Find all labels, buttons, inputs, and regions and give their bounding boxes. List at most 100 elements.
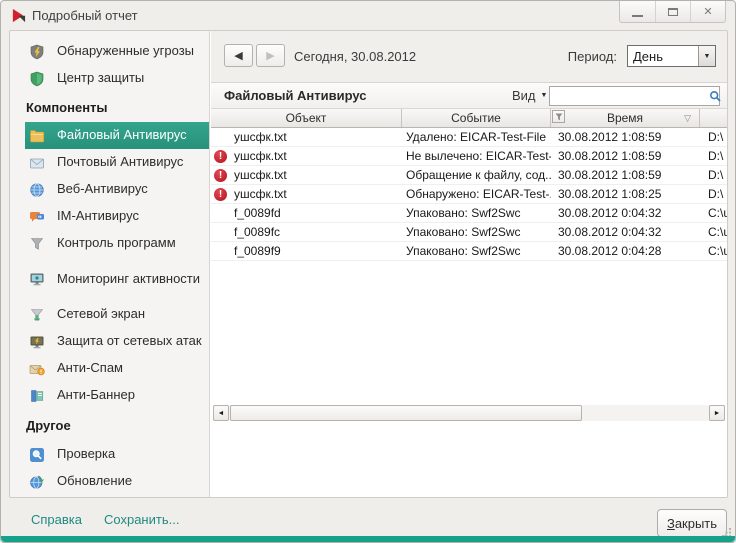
column-header-object[interactable]: Объект bbox=[211, 109, 402, 127]
forward-icon: ▶ bbox=[266, 49, 274, 62]
sidebar-item-activity-monitor[interactable]: Мониторинг активности bbox=[10, 257, 209, 301]
view-label: Вид bbox=[512, 88, 536, 103]
filter-icon[interactable] bbox=[552, 110, 565, 123]
alert-icon: ! bbox=[214, 169, 227, 182]
funnel-icon bbox=[29, 236, 47, 252]
sidebar-item-label: Веб-Антивирус bbox=[57, 182, 148, 197]
im-chat-icon bbox=[29, 209, 47, 225]
report-window: Подробный отчет ✕ Обнаруженные угрозы Це… bbox=[0, 0, 736, 543]
table-row[interactable]: f_0089f9 Упаковано: Swf2Swc 30.08.2012 0… bbox=[211, 242, 727, 261]
shield-bolt-icon bbox=[29, 44, 47, 60]
firewall-funnel-icon bbox=[29, 307, 47, 323]
forward-button[interactable]: ▶ bbox=[256, 44, 285, 67]
table-row[interactable]: !ушсфк.txt Обращение к файлу, сод... 30.… bbox=[211, 166, 727, 185]
sidebar-item-anti-spam[interactable]: Анти-Спам bbox=[10, 355, 209, 382]
sidebar-item-app-control[interactable]: Контроль программ bbox=[10, 230, 209, 257]
table-row[interactable]: !ушсфк.txt Обнаружено: EICAR-Test-... 30… bbox=[211, 185, 727, 204]
close-button-accesskey: З bbox=[667, 516, 675, 531]
report-header-bar: Файловый Антивирус Вид ▼ bbox=[211, 83, 727, 109]
sidebar-section-components: Компоненты bbox=[10, 92, 209, 122]
sidebar-item-web-antivirus[interactable]: Веб-Антивирус bbox=[10, 176, 209, 203]
help-link[interactable]: Справка bbox=[31, 512, 82, 527]
window-controls: ✕ bbox=[619, 1, 726, 23]
mail-icon bbox=[29, 155, 47, 171]
search-box bbox=[549, 86, 720, 106]
close-button[interactable]: Закрыть bbox=[657, 509, 727, 537]
sidebar-item-scan[interactable]: Проверка bbox=[10, 441, 209, 468]
table-body: ушсфк.txt Удалено: EICAR-Test-File 30.08… bbox=[211, 128, 727, 261]
alert-icon: ! bbox=[214, 188, 227, 201]
scroll-right-button[interactable]: ► bbox=[709, 405, 725, 421]
brand-accent-strip bbox=[1, 536, 735, 542]
column-header-event[interactable]: Событие bbox=[402, 109, 551, 127]
event-time: 30.08.2012 1:08:59 bbox=[551, 128, 700, 146]
sidebar-item-protection-center[interactable]: Центр защиты bbox=[10, 65, 209, 92]
mail-warning-icon bbox=[29, 361, 47, 377]
event-time: 30.08.2012 0:04:32 bbox=[551, 223, 700, 241]
report-title: Файловый Антивирус bbox=[224, 88, 367, 103]
maximize-button[interactable] bbox=[655, 1, 690, 22]
alert-icon: ! bbox=[214, 150, 227, 163]
report-content: ◀ ▶ Сегодня, 30.08.2012 Период: День ▼ Ф… bbox=[211, 31, 727, 497]
sidebar-item-mail-antivirus[interactable]: Почтовый Антивирус bbox=[10, 149, 209, 176]
sidebar-item-update[interactable]: Обновление bbox=[10, 468, 209, 495]
sidebar-item-anti-banner[interactable]: Анти-Баннер bbox=[10, 382, 209, 409]
object-path: C:\us bbox=[700, 223, 727, 241]
sidebar-item-label: Обнаруженные угрозы bbox=[57, 44, 194, 59]
close-icon: ✕ bbox=[703, 5, 712, 18]
maximize-icon bbox=[668, 8, 678, 16]
object-path: D:\ bbox=[700, 185, 727, 203]
sidebar: Обнаруженные угрозы Центр защиты Компоне… bbox=[10, 31, 210, 497]
event-text: Упаковано: Swf2Swc bbox=[402, 223, 551, 241]
table-row[interactable]: ушсфк.txt Удалено: EICAR-Test-File 30.08… bbox=[211, 128, 727, 147]
back-button[interactable]: ◀ bbox=[224, 44, 253, 67]
view-dropdown[interactable]: Вид ▼ bbox=[512, 88, 547, 103]
current-date-label: Сегодня, 30.08.2012 bbox=[294, 49, 416, 64]
object-name: f_0089fd bbox=[234, 206, 281, 220]
sidebar-item-label: Проверка bbox=[57, 447, 115, 462]
object-path: C:\us bbox=[700, 242, 727, 260]
object-path: C:\us bbox=[700, 204, 727, 222]
scan-magnifier-icon bbox=[29, 447, 47, 463]
chevron-down-icon: ▼ bbox=[541, 92, 548, 99]
object-path: D:\ bbox=[700, 166, 727, 184]
window-title: Подробный отчет bbox=[32, 8, 138, 23]
sidebar-item-file-antivirus[interactable]: Файловый Антивирус bbox=[25, 122, 209, 149]
table-row[interactable]: f_0089fc Упаковано: Swf2Swc 30.08.2012 0… bbox=[211, 223, 727, 242]
minimize-button[interactable] bbox=[620, 1, 655, 22]
table-row[interactable]: !ушсфк.txt Не вылечено: EICAR-Test-... 3… bbox=[211, 147, 727, 166]
sidebar-item-firewall[interactable]: Сетевой экран bbox=[10, 301, 209, 328]
save-link[interactable]: Сохранить... bbox=[104, 512, 179, 527]
event-text: Упаковано: Swf2Swc bbox=[402, 204, 551, 222]
object-name: f_0089fc bbox=[234, 225, 280, 239]
table-row[interactable]: f_0089fd Упаковано: Swf2Swc 30.08.2012 0… bbox=[211, 204, 727, 223]
close-window-button[interactable]: ✕ bbox=[690, 1, 725, 22]
scrollbar-thumb[interactable] bbox=[230, 405, 582, 421]
object-name: ушсфк.txt bbox=[234, 149, 287, 163]
event-text: Удалено: EICAR-Test-File bbox=[402, 128, 551, 146]
report-toolbar: ◀ ▶ Сегодня, 30.08.2012 Период: День ▼ bbox=[211, 31, 727, 82]
object-name: ушсфк.txt bbox=[234, 187, 287, 201]
scroll-left-button[interactable]: ◄ bbox=[213, 405, 229, 421]
sidebar-item-detected-threats[interactable]: Обнаруженные угрозы bbox=[10, 38, 209, 65]
resize-grip[interactable] bbox=[722, 524, 732, 534]
column-header-time[interactable]: Время ▽ bbox=[551, 109, 700, 127]
chevron-down-icon: ▼ bbox=[698, 46, 715, 66]
sidebar-item-network-attack-protection[interactable]: Защита от сетевых атак bbox=[10, 328, 209, 355]
sidebar-item-label: Мониторинг активности bbox=[57, 272, 200, 287]
sidebar-item-label: Центр защиты bbox=[57, 71, 144, 86]
object-path: D:\ bbox=[700, 128, 727, 146]
scroll-left-icon: ◄ bbox=[218, 410, 225, 417]
period-select[interactable]: День ▼ bbox=[627, 45, 716, 67]
column-header-time-label: Время bbox=[607, 111, 643, 125]
sidebar-item-im-antivirus[interactable]: IM-Антивирус bbox=[10, 203, 209, 230]
sort-desc-icon: ▽ bbox=[684, 113, 691, 124]
activity-monitor-icon bbox=[29, 271, 47, 287]
object-path: D:\ bbox=[700, 147, 727, 165]
column-header-path[interactable] bbox=[700, 109, 727, 127]
object-name: ушсфк.txt bbox=[234, 168, 287, 182]
horizontal-scrollbar[interactable]: ◄ ► bbox=[213, 405, 725, 421]
shield-icon bbox=[29, 71, 47, 87]
banner-icon bbox=[29, 388, 47, 404]
search-input[interactable] bbox=[550, 88, 709, 104]
